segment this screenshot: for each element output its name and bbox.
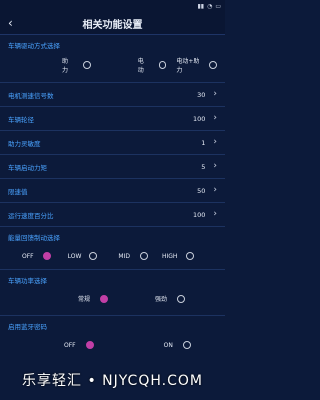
bt-password-label: 启用蓝牙密码 <box>8 323 47 331</box>
radio-icon[interactable] <box>82 61 91 69</box>
setting-row-motor-signal[interactable]: 电机测速信号数 30 › <box>0 83 225 107</box>
regen-options: OFF LOW MID HIGH <box>0 244 225 269</box>
radio-icon[interactable] <box>140 252 148 260</box>
drive-mode-option-electric-assist[interactable]: 电动+助力 <box>176 56 217 74</box>
chevron-right-icon: › <box>213 209 217 219</box>
radio-icon[interactable] <box>182 341 191 349</box>
chevron-right-icon: › <box>213 185 217 195</box>
radio-icon[interactable] <box>186 252 195 260</box>
power-option-strong[interactable]: 强劲 <box>155 294 186 303</box>
setting-row-assist-sensitivity[interactable]: 助力灵敏度 1 › <box>0 131 225 155</box>
power-option-normal[interactable]: 常规 <box>78 294 109 303</box>
back-arrow-icon[interactable]: ‹ <box>8 16 13 30</box>
title-bar: ‹ 相关功能设置 <box>0 12 225 35</box>
setting-row-wheel-size[interactable]: 车辆轮径 100 › <box>0 107 225 131</box>
chevron-right-icon: › <box>213 89 217 99</box>
regen-label: 能量回馈制动选择 <box>8 234 60 242</box>
regen-group: 能量回馈制动选择 OFF LOW MID HIGH <box>0 227 225 270</box>
bt-password-options: OFF ON <box>0 333 225 357</box>
regen-option-off[interactable]: OFF <box>22 252 51 260</box>
setting-row-start-torque[interactable]: 车辆启动力矩 5 › <box>0 155 225 179</box>
signal-icon: ▮▮ <box>197 2 205 10</box>
drive-mode-option-assist[interactable]: 助力 <box>62 56 91 74</box>
power-label: 车辆功率选择 <box>8 277 47 285</box>
page-title: 相关功能设置 <box>82 19 143 31</box>
regen-option-high[interactable]: HIGH <box>162 252 195 260</box>
power-options: 常规 强劲 <box>0 287 225 315</box>
wifi-icon: ◔ <box>207 2 213 10</box>
bt-password-option-on[interactable]: ON <box>164 341 191 349</box>
status-bar: ▮▮ ◔ ▭ <box>0 0 225 12</box>
radio-selected-icon[interactable] <box>85 341 94 349</box>
drive-mode-label: 车辆驱动方式选择 <box>8 42 60 50</box>
setting-row-speed-limit[interactable]: 限速值 50 › <box>0 179 225 203</box>
drive-mode-option-electric[interactable]: 电动 <box>138 56 167 74</box>
battery-icon: ▭ <box>215 2 221 10</box>
watermark: 乐享轻汇 • NJYCQH.COM <box>22 373 203 389</box>
radio-icon[interactable] <box>177 294 186 303</box>
chevron-right-icon: › <box>213 137 217 147</box>
radio-icon[interactable] <box>89 252 98 260</box>
setting-row-speed-percent[interactable]: 运行速度百分比 100 › <box>0 203 225 227</box>
regen-option-low[interactable]: LOW <box>68 252 98 260</box>
radio-selected-icon[interactable] <box>100 294 109 303</box>
settings-list: 车辆驱动方式选择 助力 电动 电动+助力 电机测速信号数 30 › 车辆轮径 10… <box>0 35 225 357</box>
regen-option-mid[interactable]: MID <box>118 252 148 260</box>
drive-mode-options: 助力 电动 电动+助力 <box>0 52 225 82</box>
radio-icon[interactable] <box>158 61 167 69</box>
chevron-right-icon: › <box>213 113 217 123</box>
radio-selected-icon[interactable] <box>42 252 51 260</box>
power-group: 车辆功率选择 常规 强劲 <box>0 270 225 316</box>
bt-password-option-off[interactable]: OFF <box>64 341 94 349</box>
drive-mode-group: 车辆驱动方式选择 助力 电动 电动+助力 <box>0 35 225 83</box>
bt-password-group: 启用蓝牙密码 OFF ON <box>0 316 225 357</box>
radio-icon[interactable] <box>209 61 217 69</box>
chevron-right-icon: › <box>213 161 217 171</box>
